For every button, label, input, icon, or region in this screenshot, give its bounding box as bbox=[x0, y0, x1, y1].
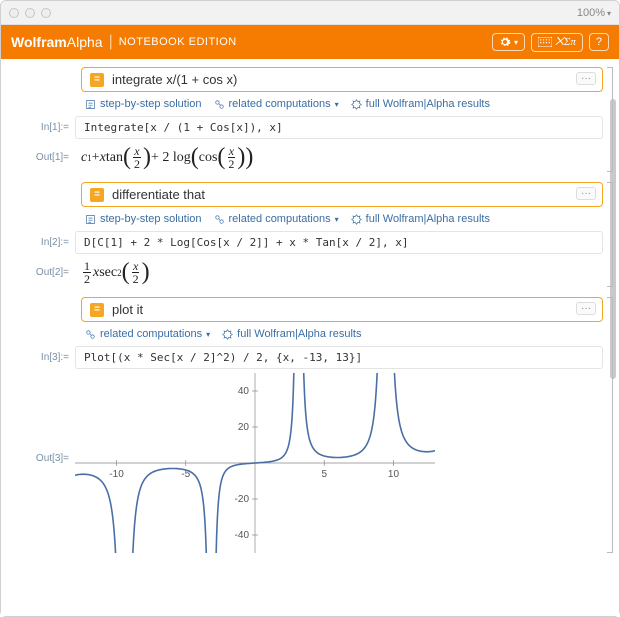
wolfram-icon bbox=[351, 214, 362, 225]
brand-strong: Wolfram bbox=[11, 34, 67, 50]
svg-text:-10: -10 bbox=[109, 469, 124, 480]
math-output: 12 x sec2(x2) bbox=[75, 258, 150, 287]
code-input[interactable]: D[C[1] + 2 * Log[Cos[x / 2]] + x * Tan[x… bbox=[75, 231, 603, 254]
step-text: step-by-step solution bbox=[100, 213, 202, 225]
cell-bracket[interactable] bbox=[607, 297, 613, 553]
related-icon bbox=[214, 214, 225, 225]
code-input[interactable]: Integrate[x / (1 + Cos[x]), x] bbox=[75, 116, 603, 139]
app-window: 100% WolframAlpha | NOTEBOOK EDITION ▾ ⨉… bbox=[0, 0, 620, 617]
related-icon bbox=[85, 329, 96, 340]
window-controls bbox=[9, 8, 51, 18]
cell-3: = plot it ··· related computations ▾ ful… bbox=[9, 297, 603, 553]
full-link[interactable]: full Wolfram|Alpha results bbox=[351, 213, 490, 225]
more-button[interactable]: ··· bbox=[576, 302, 596, 315]
cell-bracket[interactable] bbox=[607, 182, 613, 287]
zoom-level[interactable]: 100% bbox=[577, 7, 611, 19]
plot-output: -10-5510-40-202040 bbox=[75, 373, 435, 553]
svg-text:-20: -20 bbox=[235, 494, 250, 505]
in-label: In[3]:= bbox=[9, 352, 69, 363]
svg-text:20: 20 bbox=[238, 422, 250, 433]
gear-icon bbox=[499, 36, 511, 48]
input-row: In[3]:= Plot[(x * Sec[x / 2]^2) / 2, {x,… bbox=[9, 346, 603, 369]
chevron-down-icon: ▾ bbox=[335, 100, 339, 109]
help-button[interactable]: ? bbox=[589, 33, 609, 51]
svg-text:10: 10 bbox=[388, 469, 400, 480]
svg-text:-40: -40 bbox=[235, 530, 250, 541]
action-links: step-by-step solution related computatio… bbox=[85, 96, 603, 112]
full-link[interactable]: full Wolfram|Alpha results bbox=[222, 328, 361, 340]
cell-bracket[interactable] bbox=[607, 67, 613, 172]
keyboard-label: ⨉Σπ bbox=[555, 36, 576, 49]
out-label: Out[1]= bbox=[9, 152, 69, 163]
input-row: In[2]:= D[C[1] + 2 * Log[Cos[x / 2]] + x… bbox=[9, 231, 603, 254]
full-text: full Wolfram|Alpha results bbox=[366, 98, 490, 110]
out-label: Out[3]= bbox=[9, 453, 69, 464]
query-input[interactable]: = plot it ··· bbox=[81, 297, 603, 322]
output-row: Out[2]= 12 x sec2(x2) bbox=[9, 258, 603, 287]
notebook-content: = integrate x/(1 + cos x) ··· step-by-st… bbox=[1, 59, 619, 616]
wolfram-icon bbox=[351, 99, 362, 110]
cell-2: = differentiate that ··· step-by-step so… bbox=[9, 182, 603, 287]
input-row: In[1]:= Integrate[x / (1 + Cos[x]), x] bbox=[9, 116, 603, 139]
step-text: step-by-step solution bbox=[100, 98, 202, 110]
step-link[interactable]: step-by-step solution bbox=[85, 213, 202, 225]
related-link[interactable]: related computations ▾ bbox=[85, 328, 210, 340]
separator: | bbox=[109, 33, 113, 51]
in-label: In[1]:= bbox=[9, 122, 69, 133]
code-input[interactable]: Plot[(x * Sec[x / 2]^2) / 2, {x, -13, 13… bbox=[75, 346, 603, 369]
subtitle: NOTEBOOK EDITION bbox=[119, 36, 237, 48]
equal-icon: = bbox=[90, 303, 104, 317]
help-icon: ? bbox=[596, 36, 602, 48]
wolfram-icon bbox=[222, 329, 233, 340]
svg-text:40: 40 bbox=[238, 386, 250, 397]
action-links: step-by-step solution related computatio… bbox=[85, 211, 603, 227]
full-text: full Wolfram|Alpha results bbox=[237, 328, 361, 340]
query-input[interactable]: = integrate x/(1 + cos x) ··· bbox=[81, 67, 603, 92]
related-text: related computations bbox=[100, 328, 202, 340]
equal-icon: = bbox=[90, 188, 104, 202]
svg-text:5: 5 bbox=[321, 469, 327, 480]
cell-1: = integrate x/(1 + cos x) ··· step-by-st… bbox=[9, 67, 603, 172]
more-button[interactable]: ··· bbox=[576, 187, 596, 200]
close-dot[interactable] bbox=[9, 8, 19, 18]
related-icon bbox=[214, 99, 225, 110]
keyboard-button[interactable]: ⨉Σπ bbox=[531, 33, 583, 52]
output-row: Out[3]= -10-5510-40-202040 bbox=[9, 373, 603, 553]
action-links: related computations ▾ full Wolfram|Alph… bbox=[85, 326, 603, 342]
zoom-dot[interactable] bbox=[41, 8, 51, 18]
keyboard-icon bbox=[538, 37, 552, 47]
full-text: full Wolfram|Alpha results bbox=[366, 213, 490, 225]
related-text: related computations bbox=[229, 98, 331, 110]
titlebar: 100% bbox=[1, 1, 619, 25]
step-link[interactable]: step-by-step solution bbox=[85, 98, 202, 110]
chevron-down-icon: ▾ bbox=[206, 330, 210, 339]
math-output: c1 + x tan(x2) + 2 log(cos(x2)) bbox=[75, 143, 253, 172]
related-link[interactable]: related computations ▾ bbox=[214, 98, 339, 110]
related-link[interactable]: related computations ▾ bbox=[214, 213, 339, 225]
minimize-dot[interactable] bbox=[25, 8, 35, 18]
step-icon bbox=[85, 214, 96, 225]
chevron-down-icon: ▾ bbox=[514, 38, 518, 47]
out-label: Out[2]= bbox=[9, 267, 69, 278]
step-icon bbox=[85, 99, 96, 110]
zoom-value: 100% bbox=[577, 7, 605, 19]
brand: WolframAlpha bbox=[11, 34, 103, 50]
chevron-down-icon bbox=[607, 7, 611, 19]
in-label: In[2]:= bbox=[9, 237, 69, 248]
related-text: related computations bbox=[229, 213, 331, 225]
query-text: plot it bbox=[112, 302, 143, 317]
query-text: integrate x/(1 + cos x) bbox=[112, 72, 237, 87]
more-button[interactable]: ··· bbox=[576, 72, 596, 85]
equal-icon: = bbox=[90, 73, 104, 87]
query-text: differentiate that bbox=[112, 187, 205, 202]
full-link[interactable]: full Wolfram|Alpha results bbox=[351, 98, 490, 110]
app-toolbar: WolframAlpha | NOTEBOOK EDITION ▾ ⨉Σπ ? bbox=[1, 25, 619, 59]
query-input[interactable]: = differentiate that ··· bbox=[81, 182, 603, 207]
chevron-down-icon: ▾ bbox=[335, 215, 339, 224]
brand-light: Alpha bbox=[67, 34, 103, 50]
settings-button[interactable]: ▾ bbox=[492, 33, 525, 51]
output-row: Out[1]= c1 + x tan(x2) + 2 log(cos(x2)) bbox=[9, 143, 603, 172]
